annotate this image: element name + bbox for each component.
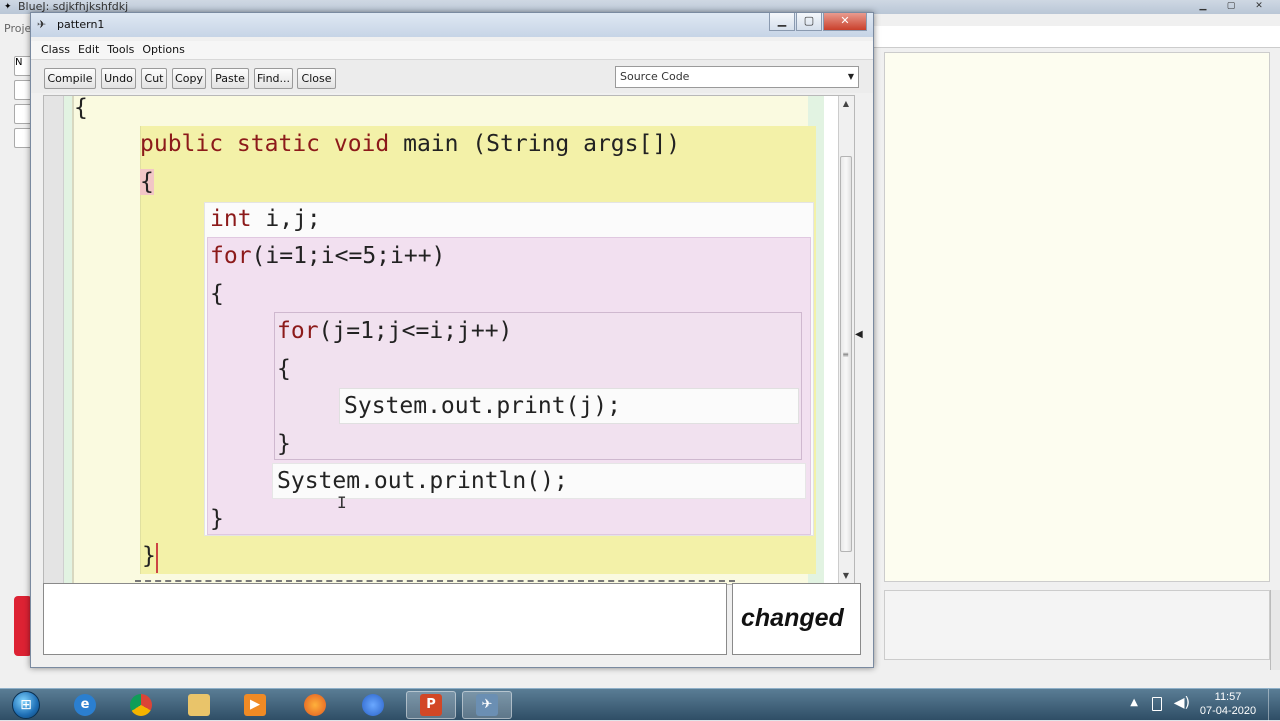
menu-tools[interactable]: Tools — [107, 41, 134, 59]
windows-logo-icon: ⊞ — [12, 691, 40, 719]
editor-window-controls: ▁ ▢ ✕ — [769, 13, 867, 31]
line-gutter[interactable] — [44, 96, 64, 584]
code-scrollbar[interactable]: ▲ ≡ ▼ — [838, 96, 854, 584]
menu-options[interactable]: Options — [142, 41, 184, 59]
code-line: } — [210, 506, 224, 532]
clock-date[interactable]: 07-04-2020 — [1198, 705, 1258, 717]
code-line: for(i=1;i<=5;i++) — [210, 243, 446, 269]
matched-brace: { — [140, 169, 154, 195]
grip-icon: ≡ — [842, 350, 849, 359]
scroll-down-icon[interactable]: ▼ — [838, 568, 854, 584]
ibeam-cursor-icon: I — [337, 493, 347, 512]
scroll-up-icon[interactable]: ▲ — [838, 96, 854, 112]
code-line: } — [277, 431, 291, 457]
class-diagram-area[interactable] — [884, 52, 1270, 582]
show-hidden-icons-icon[interactable]: ▲ — [1130, 697, 1138, 708]
status-label: changed — [741, 604, 844, 632]
taskbar-media[interactable]: ▶ — [230, 691, 280, 719]
text-cursor — [156, 543, 158, 573]
code-line: System.out.println(); — [277, 468, 568, 494]
powerpoint-icon: P — [420, 694, 442, 716]
volume-icon[interactable]: ◀) — [1174, 695, 1190, 711]
code-editor[interactable]: { public static void main (String args[]… — [43, 95, 855, 585]
undo-button[interactable]: Undo — [101, 68, 136, 89]
message-area — [43, 583, 727, 655]
editor-titlebar[interactable]: ✈ pattern1 ▁ ▢ ✕ — [31, 13, 873, 37]
media-player-icon: ▶ — [244, 694, 266, 716]
chromium-icon — [362, 694, 384, 716]
minimize-icon[interactable]: ▁ — [769, 13, 795, 31]
find-button[interactable]: Find... — [254, 68, 293, 89]
taskbar-firefox[interactable] — [290, 691, 340, 719]
editor-menubar: Class Edit Tools Options — [31, 41, 873, 59]
taskbar: ⊞ e ▶ P ✈ ▲ ◀) 11:57 07-04-2020 — [0, 688, 1280, 721]
code-line: for(j=1;j<=i;j++) — [277, 318, 513, 344]
close-icon[interactable]: ✕ — [1246, 0, 1272, 12]
code-line: System.out.print(j); — [344, 393, 621, 419]
view-select[interactable]: Source Code ▼ — [615, 66, 859, 88]
split-divider[interactable] — [135, 580, 735, 582]
minimize-icon[interactable]: ▁ — [1190, 0, 1216, 12]
folder-icon — [188, 694, 210, 716]
clock-time[interactable]: 11:57 — [1198, 691, 1258, 703]
taskbar-chrome-2[interactable] — [348, 691, 398, 719]
main-panel-header — [872, 26, 1280, 48]
compile-button[interactable]: Compile — [44, 68, 96, 89]
chrome-icon — [130, 694, 152, 716]
paste-button[interactable]: Paste — [211, 68, 249, 89]
menu-edit[interactable]: Edit — [78, 41, 99, 59]
code-line: public static void main (String args[]) — [140, 131, 681, 157]
code-line: { — [277, 356, 291, 382]
close-icon[interactable]: ✕ — [823, 13, 867, 31]
code-line: { — [140, 168, 154, 196]
status-box: changed — [732, 583, 861, 655]
code-line: } — [142, 543, 156, 569]
project-menu[interactable]: Proje — [4, 22, 31, 35]
taskbar-powerpoint[interactable]: P — [406, 691, 456, 719]
code-line: int i,j; — [210, 206, 321, 232]
object-bench[interactable] — [884, 590, 1270, 660]
editor-window: ✈ pattern1 ▁ ▢ ✕ Class Edit Tools Option… — [30, 12, 874, 668]
copy-button[interactable]: Copy — [172, 68, 206, 89]
menu-class[interactable]: Class — [41, 41, 70, 59]
maximize-icon[interactable]: ▢ — [1218, 0, 1244, 12]
navview-toggle-icon[interactable]: ◀ — [855, 329, 863, 340]
editor-title: pattern1 — [57, 18, 105, 31]
taskbar-bluej[interactable]: ✈ — [462, 691, 512, 719]
taskbar-ie[interactable]: e — [60, 691, 110, 719]
taskbar-explorer[interactable] — [174, 691, 224, 719]
taskbar-chrome[interactable] — [116, 691, 166, 719]
view-select-value: Source Code — [620, 70, 690, 83]
chevron-down-icon: ▼ — [847, 72, 854, 81]
show-desktop-button[interactable] — [1268, 689, 1280, 721]
maximize-icon[interactable]: ▢ — [796, 13, 822, 31]
code-line: { — [210, 281, 224, 307]
close-button[interactable]: Close — [297, 68, 336, 89]
main-scrollbar[interactable] — [1270, 590, 1280, 670]
bluej-app-icon: ✦ — [4, 2, 12, 12]
internet-explorer-icon: e — [74, 694, 96, 716]
bluej-bird-icon: ✈ — [37, 18, 47, 31]
cut-button[interactable]: Cut — [141, 68, 167, 89]
firefox-icon — [304, 694, 326, 716]
bluej-bird-icon: ✈ — [476, 694, 498, 716]
battery-icon[interactable] — [1152, 697, 1162, 711]
start-button[interactable]: ⊞ — [4, 689, 48, 721]
code-line: { — [74, 95, 88, 121]
main-window-controls: ▁ ▢ ✕ — [1190, 0, 1272, 14]
